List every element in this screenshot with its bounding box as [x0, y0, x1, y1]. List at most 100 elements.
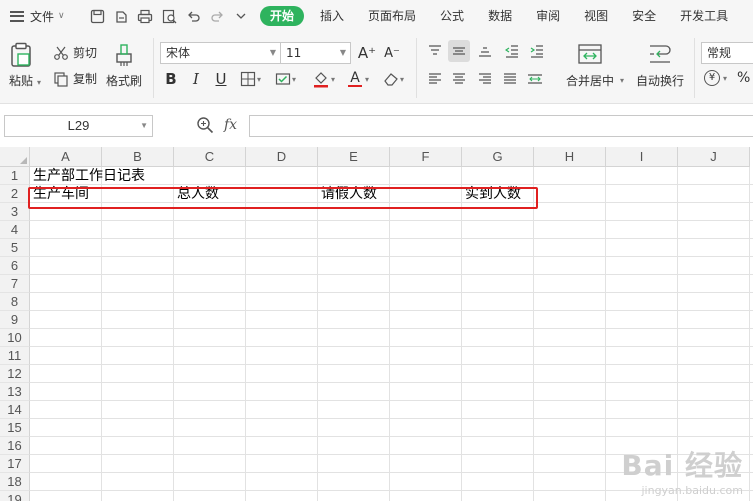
ribbon-separator: [153, 38, 154, 98]
row-header-14[interactable]: 14: [0, 401, 30, 419]
name-box[interactable]: L29 ▼: [4, 115, 153, 137]
column-header-i[interactable]: I: [606, 147, 678, 167]
align-center-button[interactable]: [448, 68, 470, 90]
tab-home[interactable]: 开始: [260, 6, 305, 26]
font-color-dropdown-icon[interactable]: ▾: [365, 75, 369, 84]
percent-icon: %: [737, 70, 751, 86]
decrease-indent-button[interactable]: [501, 40, 523, 62]
align-top-icon: [429, 45, 441, 55]
align-middle-button[interactable]: [448, 40, 470, 62]
fill-color-button[interactable]: [310, 68, 332, 90]
row-header-15[interactable]: 15: [0, 419, 30, 437]
paste-dropdown-icon[interactable]: ▾: [37, 78, 41, 87]
italic-button[interactable]: I: [185, 68, 207, 90]
increase-font-size-button[interactable]: A⁺: [356, 42, 378, 64]
column-header-j[interactable]: J: [678, 147, 750, 167]
align-top-button[interactable]: [424, 40, 446, 62]
print-icon[interactable]: [136, 7, 154, 25]
column-header-g[interactable]: G: [462, 147, 534, 167]
row-header-2[interactable]: 2: [0, 185, 30, 203]
row-header-19[interactable]: 19: [0, 491, 30, 501]
column-header-h[interactable]: H: [534, 147, 606, 167]
row-header-12[interactable]: 12: [0, 365, 30, 383]
column-header-b[interactable]: B: [102, 147, 174, 167]
column-header-f[interactable]: F: [390, 147, 462, 167]
row-header-9[interactable]: 9: [0, 311, 30, 329]
copy-button[interactable]: 复制: [53, 70, 97, 87]
underline-button[interactable]: U: [210, 68, 232, 90]
align-right-button[interactable]: [474, 68, 496, 90]
percent-button[interactable]: %: [737, 70, 750, 86]
wrap-text-button[interactable]: 自动换行: [636, 42, 684, 89]
row-header-10[interactable]: 10: [0, 329, 30, 347]
merge-center-button[interactable]: 合并居中: [566, 42, 614, 89]
column-header-c[interactable]: C: [174, 147, 246, 167]
file-menu[interactable]: 文件 ∨: [0, 8, 80, 25]
print-preview-icon[interactable]: [160, 7, 178, 25]
select-all-corner[interactable]: [0, 147, 30, 167]
tab-formulas[interactable]: 公式: [428, 6, 476, 26]
row-header-3[interactable]: 3: [0, 203, 30, 221]
column-header-e[interactable]: E: [318, 147, 390, 167]
clear-format-dropdown-icon[interactable]: ▾: [400, 75, 404, 84]
cell-style-dropdown-icon[interactable]: ▾: [292, 75, 296, 84]
clear-format-button[interactable]: [380, 68, 402, 90]
row-header-4[interactable]: 4: [0, 221, 30, 239]
justify-button[interactable]: [499, 68, 521, 90]
row-header-5[interactable]: 5: [0, 239, 30, 257]
cell-a1[interactable]: 生产部工作日记表: [33, 167, 145, 185]
borders-dropdown-icon[interactable]: ▾: [257, 75, 261, 84]
row-header-11[interactable]: 11: [0, 347, 30, 365]
highlight-annotation-box: [28, 187, 538, 209]
merge-dropdown-icon[interactable]: ▾: [620, 76, 624, 85]
insert-function-button[interactable]: fx: [224, 117, 237, 133]
save-icon[interactable]: [88, 7, 106, 25]
row-header-16[interactable]: 16: [0, 437, 30, 455]
tab-developer[interactable]: 开发工具: [668, 6, 740, 26]
borders-button[interactable]: [237, 68, 259, 90]
paste-button[interactable]: 粘贴: [8, 42, 34, 89]
column-header-a[interactable]: A: [30, 147, 102, 167]
font-color-button[interactable]: A: [344, 68, 366, 90]
column-header-d[interactable]: D: [246, 147, 318, 167]
redo-icon[interactable]: [208, 7, 226, 25]
font-name-select[interactable]: 宋体 ▼: [160, 42, 281, 64]
align-left-button[interactable]: [424, 68, 446, 90]
tab-page-layout[interactable]: 页面布局: [356, 6, 428, 26]
row-header-7[interactable]: 7: [0, 275, 30, 293]
tab-review[interactable]: 审阅: [524, 6, 572, 26]
row-header-18[interactable]: 18: [0, 473, 30, 491]
currency-button[interactable]: ¥ ▾: [704, 70, 727, 86]
font-name-value: 宋体: [166, 46, 191, 60]
bold-button[interactable]: B: [160, 68, 182, 90]
row-header-1[interactable]: 1: [0, 167, 30, 185]
row-header-17[interactable]: 17: [0, 455, 30, 473]
outdent-icon: [505, 45, 518, 58]
paste-icon: [11, 42, 31, 67]
zoom-formula-icon[interactable]: [196, 116, 214, 134]
tab-data[interactable]: 数据: [476, 6, 524, 26]
cell-style-button[interactable]: [272, 68, 294, 90]
distributed-button[interactable]: [524, 68, 546, 90]
decrease-font-size-button[interactable]: A⁻: [381, 42, 403, 64]
fill-color-dropdown-icon[interactable]: ▾: [331, 75, 335, 84]
chevron-down-icon: ▼: [140, 121, 148, 130]
format-painter-button[interactable]: 格式刷: [106, 42, 142, 89]
row-header-13[interactable]: 13: [0, 383, 30, 401]
currency-dropdown-icon[interactable]: ▾: [723, 74, 727, 83]
formula-input[interactable]: [249, 115, 753, 137]
row-header-8[interactable]: 8: [0, 293, 30, 311]
customize-toolbar-icon[interactable]: [232, 7, 250, 25]
tab-security[interactable]: 安全: [620, 6, 668, 26]
undo-icon[interactable]: [184, 7, 202, 25]
align-bottom-button[interactable]: [474, 40, 496, 62]
number-format-select[interactable]: 常规: [701, 42, 753, 64]
chevron-down-icon: ∨: [58, 11, 65, 21]
increase-indent-button[interactable]: [526, 40, 548, 62]
font-size-select[interactable]: 11 ▼: [280, 42, 351, 64]
tab-view[interactable]: 视图: [572, 6, 620, 26]
row-header-6[interactable]: 6: [0, 257, 30, 275]
cut-button[interactable]: 剪切: [53, 44, 97, 61]
tab-insert[interactable]: 插入: [308, 6, 356, 26]
export-icon[interactable]: [112, 7, 130, 25]
